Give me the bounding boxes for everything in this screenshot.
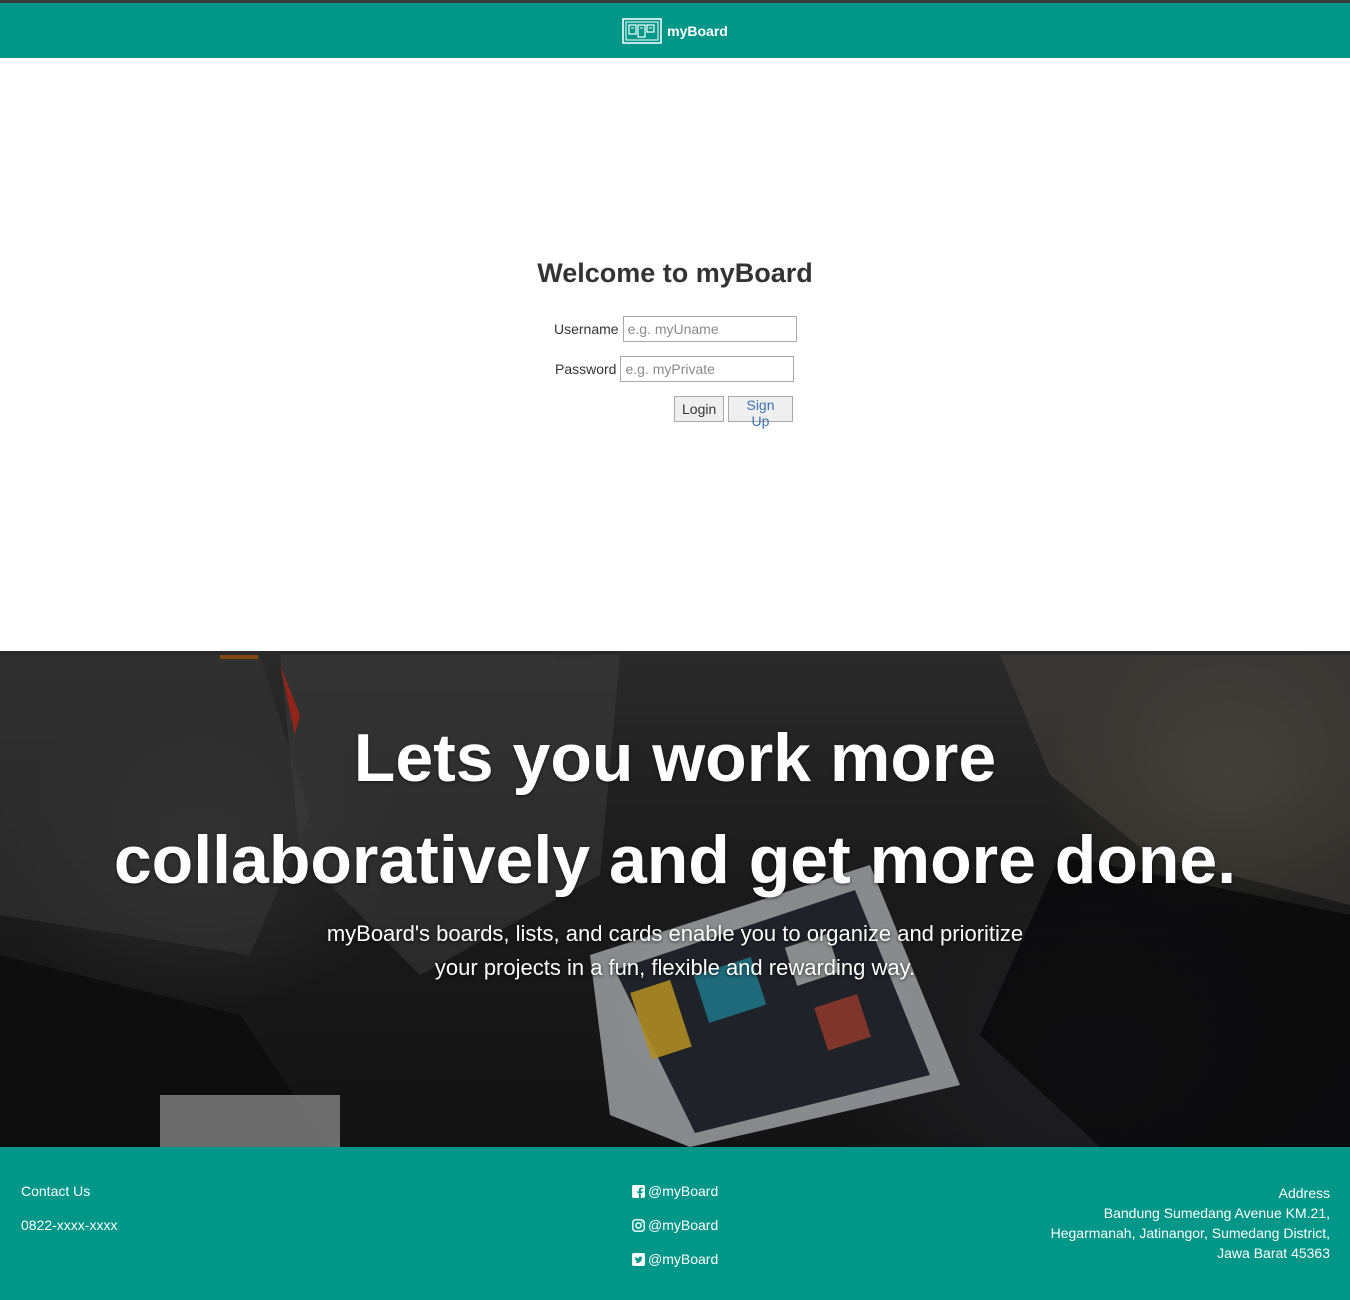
footer: Contact Us 0822-xxxx-xxxx @myBoard @myBo… xyxy=(0,1147,1350,1300)
twitter-handle: @myBoard xyxy=(648,1251,719,1267)
contact-phone: 0822-xxxx-xxxx xyxy=(21,1217,118,1233)
hero-headline-line2: collaboratively and get more done. xyxy=(113,822,1237,898)
brand-name: myBoard xyxy=(667,22,728,39)
hero-subtext-line1: myBoard's boards, lists, and cards enabl… xyxy=(326,921,1024,946)
facebook-link[interactable]: @myBoard xyxy=(632,1183,718,1199)
hero-headline-line1: Lets you work more xyxy=(353,720,997,796)
instagram-icon xyxy=(632,1218,645,1232)
twitter-icon xyxy=(632,1252,645,1266)
facebook-icon xyxy=(632,1184,645,1198)
hero-banner: Lets you work more collaboratively and g… xyxy=(0,651,1350,1147)
username-input[interactable] xyxy=(622,316,797,342)
brand[interactable]: myBoard xyxy=(622,17,728,44)
login-section: Welcome to myBoard Username Password Log… xyxy=(0,58,1350,651)
address-line: Jawa Barat 45363 xyxy=(1217,1245,1330,1261)
twitter-link[interactable]: @myBoard xyxy=(632,1251,718,1267)
password-input[interactable] xyxy=(620,356,795,382)
address-block: Address Bandung Sumedang Avenue KM.21, H… xyxy=(1051,1183,1330,1263)
page: myBoard Welcome to myBoard Username Pass… xyxy=(0,0,1350,1300)
signup-button[interactable]: Sign Up xyxy=(728,396,793,429)
facebook-handle: @myBoard xyxy=(648,1183,719,1199)
login-button[interactable]: Login xyxy=(674,396,724,422)
contact-label: Contact Us xyxy=(21,1183,91,1199)
password-label: Password xyxy=(555,361,617,377)
hero-headline: Lets you work more collaboratively and g… xyxy=(0,707,1350,911)
instagram-handle: @myBoard xyxy=(648,1217,719,1233)
username-label: Username xyxy=(554,321,619,337)
address-line: Hegarmanah, Jatinangor, Sumedang Distric… xyxy=(1050,1225,1330,1241)
instagram-link[interactable]: @myBoard xyxy=(632,1217,718,1233)
address-label: Address xyxy=(1278,1185,1330,1201)
hero-subtext: myBoard's boards, lists, and cards enabl… xyxy=(275,917,1075,985)
address-line: Bandung Sumedang Avenue KM.21, xyxy=(1103,1205,1330,1221)
username-row: Username xyxy=(554,316,797,342)
hero-subtext-line2: your projects in a fun, flexible and rew… xyxy=(434,955,916,980)
login-title: Welcome to myBoard xyxy=(537,258,813,288)
board-logo-icon xyxy=(622,17,662,44)
top-navbar: myBoard xyxy=(0,0,1350,58)
password-row: Password xyxy=(555,356,795,382)
